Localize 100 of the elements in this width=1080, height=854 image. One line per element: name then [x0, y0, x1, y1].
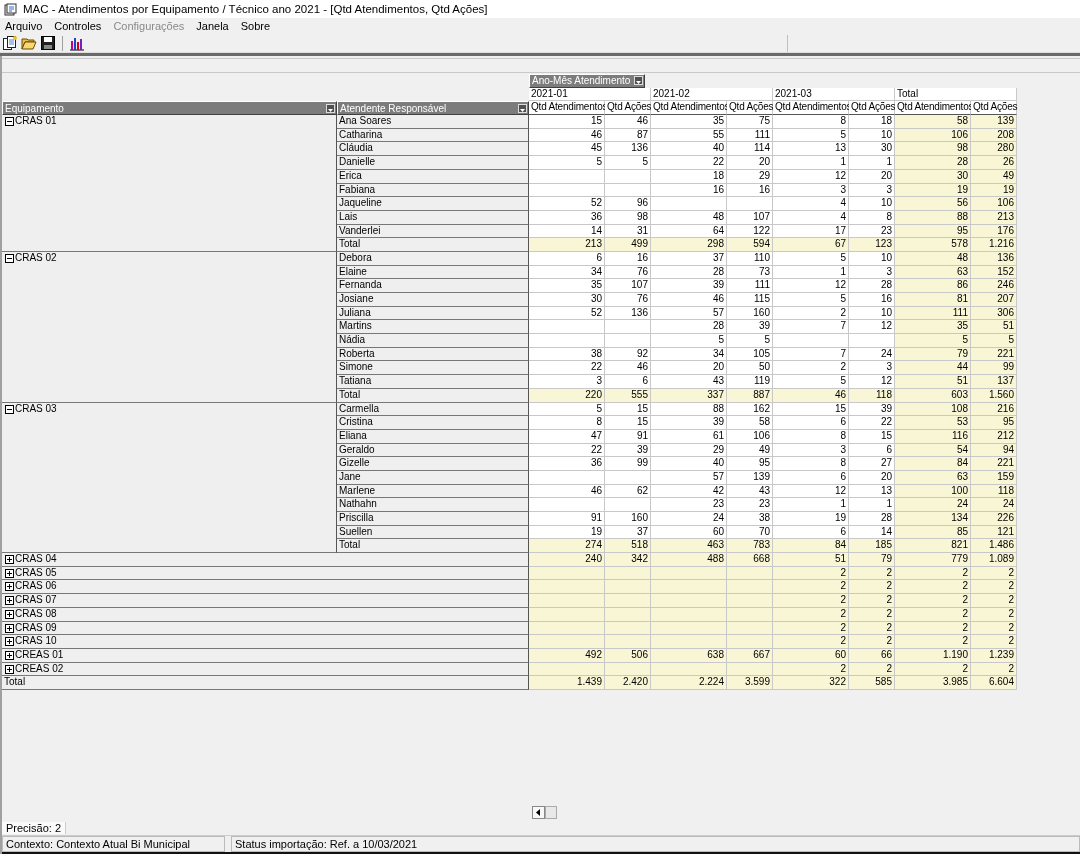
group-label: CRAS 10 [15, 635, 57, 648]
value-cell: 15 [529, 115, 605, 129]
value-cell: 99 [605, 457, 651, 471]
value-cell: 2 [895, 635, 971, 649]
value-cell: 2.224 [651, 676, 727, 690]
collapse-icon[interactable] [5, 253, 14, 263]
group-label: CRAS 05 [15, 566, 57, 580]
group-label: CRAS 01 [15, 115, 57, 128]
value-cell: 30 [529, 293, 605, 307]
value-cell: 2 [971, 580, 1017, 595]
value-cell: 119 [727, 375, 773, 389]
row-label: Josiane [337, 293, 529, 307]
value-cell: 39 [727, 320, 773, 335]
value-cell: 213 [529, 238, 605, 252]
window-title: MAC - Atendimentos por Equipamento / Técnico ano 2021 - [Qtd Atendimentos, Qtd Ações] [23, 3, 488, 15]
value-cell: 24 [651, 512, 727, 526]
scroll-left-button[interactable] [532, 806, 545, 819]
row-field-button[interactable]: Equipamento [2, 101, 337, 116]
value-cell: 2 [971, 594, 1017, 608]
value-cell: 3.599 [727, 676, 773, 690]
value-cell: 45 [529, 142, 605, 157]
value-cell: 3 [849, 361, 895, 376]
value-cell: 114 [727, 142, 773, 157]
value-cell: 111 [727, 279, 773, 293]
value-cell: 53 [895, 416, 971, 430]
status-import: Status importação: Ref. a 10/03/2021 [231, 836, 1080, 852]
value-cell: 35 [895, 320, 971, 335]
value-cell: 56 [895, 197, 971, 211]
value-cell: 18 [849, 115, 895, 129]
value-cell: 84 [773, 539, 849, 554]
value-cell: 46 [605, 361, 651, 376]
expand-icon[interactable] [5, 555, 14, 565]
menu-item[interactable]: Sobre [240, 20, 271, 32]
value-cell: 5 [773, 293, 849, 307]
value-cell: 3 [529, 375, 605, 389]
expand-icon[interactable] [5, 650, 14, 660]
value-cell: 38 [727, 512, 773, 526]
bar-chart-icon[interactable] [69, 35, 85, 51]
expand-icon[interactable] [5, 568, 14, 578]
menu-item[interactable]: Controles [54, 20, 102, 32]
value-cell: 2 [971, 635, 1017, 649]
value-cell: 2 [773, 580, 849, 595]
value-cell: 58 [727, 416, 773, 430]
row-label: Nathahn [337, 498, 529, 512]
row-field-button[interactable]: Atendente Responsável [337, 101, 529, 116]
value-cell: 58 [895, 115, 971, 129]
value-cell: 51 [773, 553, 849, 567]
value-cell: 95 [727, 457, 773, 471]
new-document-icon[interactable] [2, 35, 18, 51]
value-cell: 20 [727, 156, 773, 170]
group-label: CRAS 04 [15, 553, 57, 566]
value-cell: 1 [773, 156, 849, 170]
value-cell: 13 [773, 142, 849, 157]
value-cell: 4 [773, 197, 849, 211]
collapse-icon[interactable] [5, 404, 14, 414]
column-field-button[interactable]: Ano-Mês Atendimento [529, 74, 646, 88]
value-cell: 668 [727, 553, 773, 567]
total-label: Total [337, 238, 529, 252]
value-cell: 10 [849, 197, 895, 211]
value-cell: 28 [651, 320, 727, 335]
menu-item[interactable]: Arquivo [5, 20, 43, 32]
expand-icon[interactable] [5, 623, 14, 633]
expand-icon[interactable] [5, 596, 14, 606]
precision-label: Precisão: 2 [2, 821, 67, 834]
save-icon[interactable] [40, 35, 56, 51]
value-cell: 2 [773, 361, 849, 376]
left-arrow-icon [536, 809, 541, 816]
value-cell: 2 [773, 635, 849, 649]
row-label: Tatiana [337, 375, 529, 389]
value-cell: 136 [605, 142, 651, 157]
open-folder-icon[interactable] [21, 35, 37, 51]
value-cell: 2 [895, 594, 971, 608]
expand-icon[interactable] [5, 664, 14, 674]
value-cell: 84 [895, 457, 971, 471]
value-cell: 7 [773, 320, 849, 335]
expand-icon[interactable] [5, 609, 14, 619]
value-cell: 137 [971, 375, 1017, 389]
value-cell: 585 [849, 676, 895, 690]
value-cell: 28 [849, 279, 895, 293]
value-cell: 51 [895, 375, 971, 389]
value-cell: 1.216 [971, 238, 1017, 252]
menu-item[interactable]: Janela [196, 20, 229, 32]
value-cell: 3.985 [895, 676, 971, 690]
total-label: Total [337, 539, 529, 554]
value-cell: 67 [773, 238, 849, 252]
value-cell: 2 [849, 594, 895, 608]
value-cell: 52 [529, 197, 605, 211]
collapse-icon[interactable] [5, 117, 14, 127]
scrollbar-thumb[interactable] [545, 806, 557, 819]
value-cell: 50 [727, 361, 773, 376]
value-cell: 40 [651, 142, 727, 157]
value-cell: 35 [529, 279, 605, 293]
value-cell: 160 [605, 512, 651, 526]
expand-icon[interactable] [5, 637, 14, 647]
total-label: Total [2, 676, 529, 690]
row-label: Nádia [337, 334, 529, 348]
value-cell: 22 [849, 416, 895, 430]
value-cell: 499 [605, 238, 651, 252]
expand-icon[interactable] [5, 582, 14, 592]
value-cell: 40 [651, 457, 727, 471]
